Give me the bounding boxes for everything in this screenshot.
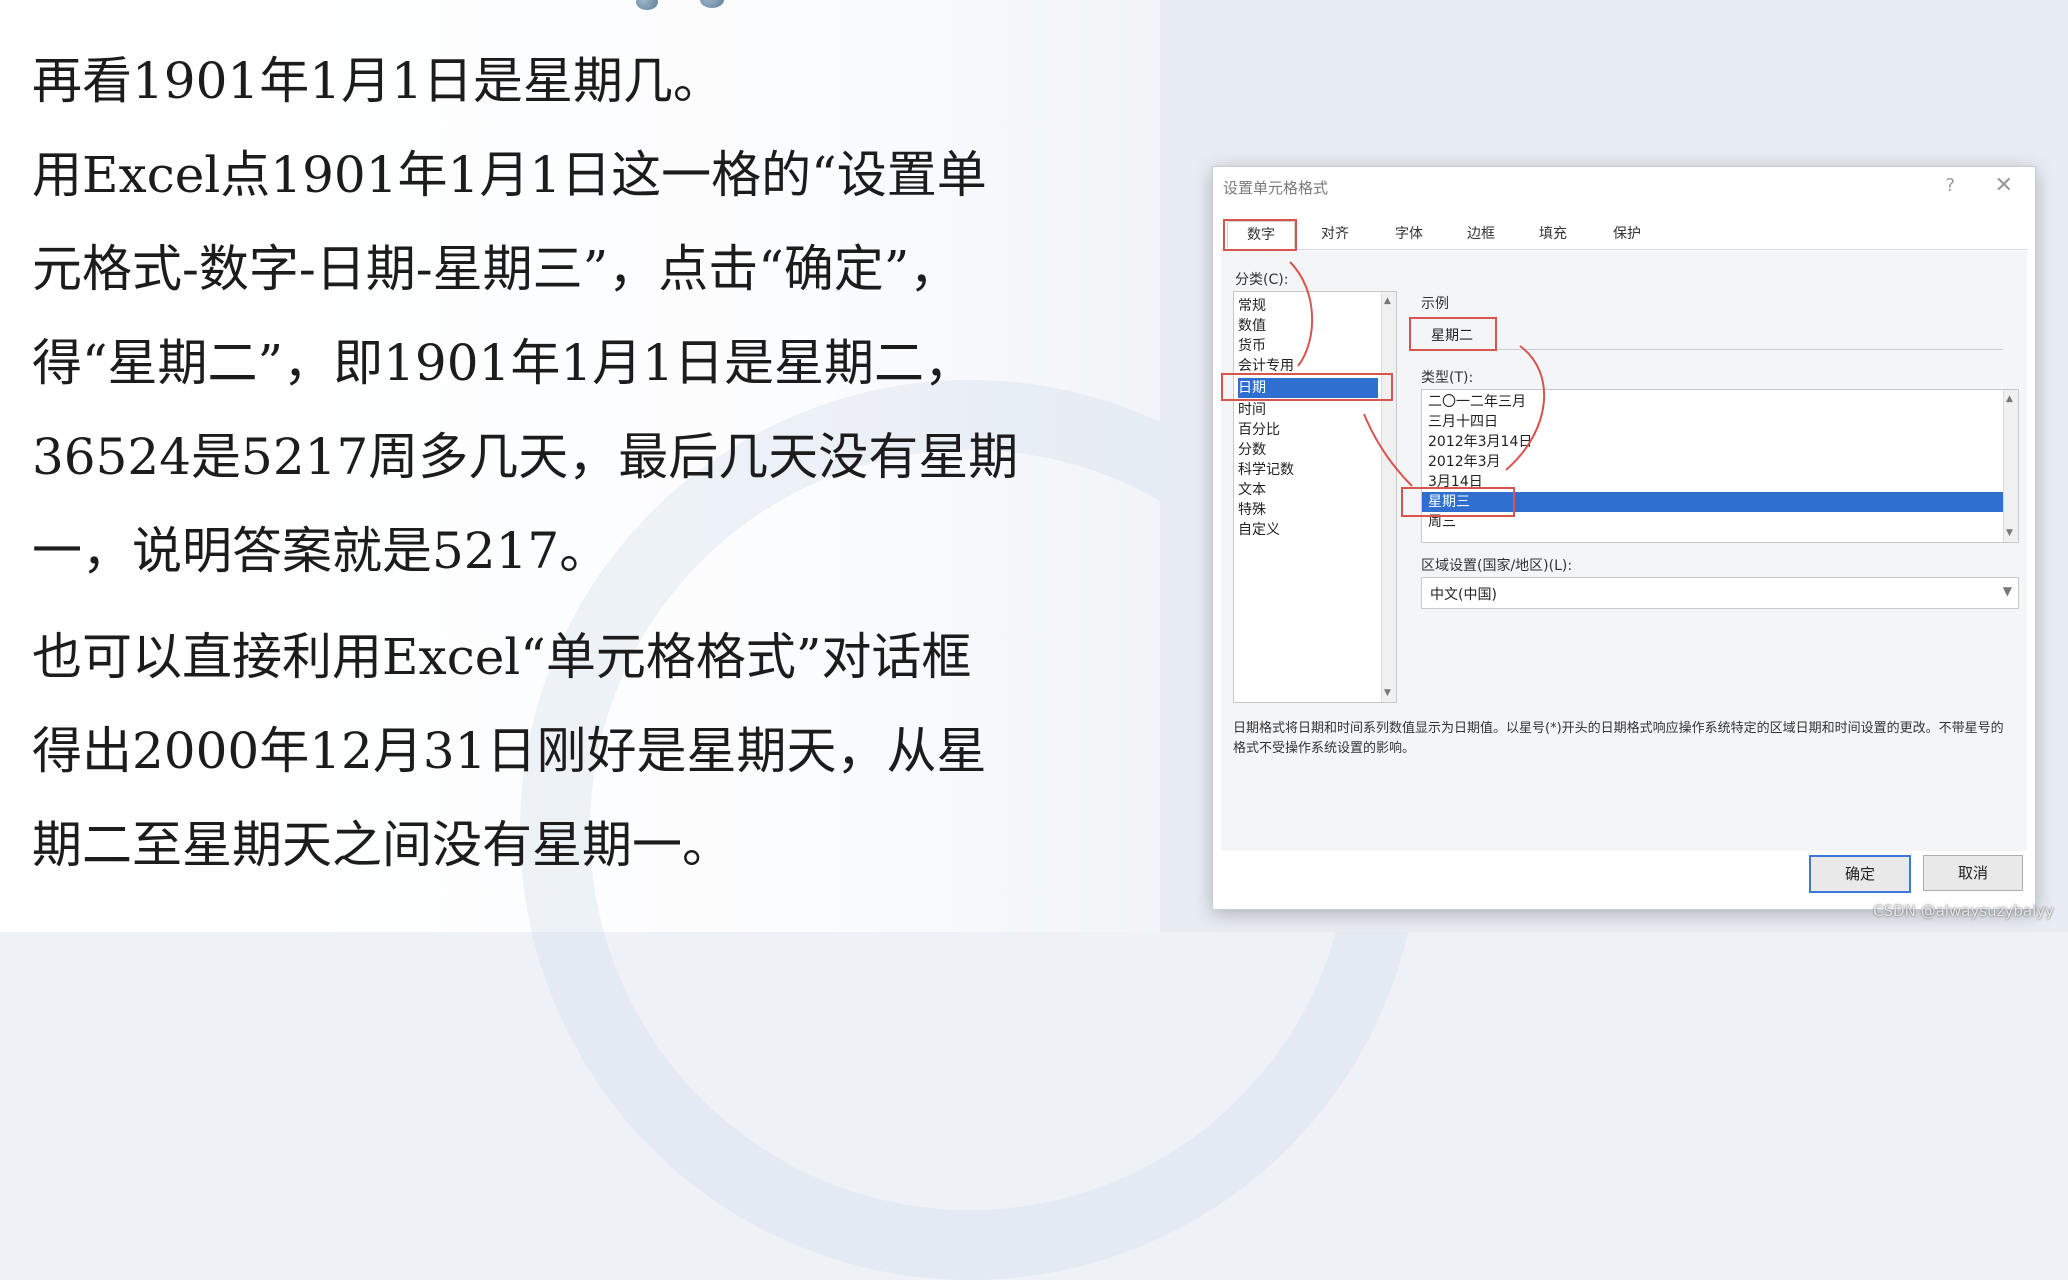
slide-line: 元格式-数字-日期-星期三”，点击“确定”，	[32, 240, 960, 298]
annotation-box-date-category	[1221, 373, 1393, 401]
scroll-up-icon[interactable]: ▲	[2006, 394, 2013, 404]
annotation-box-selected-type	[1401, 487, 1515, 517]
slide-line: 再看1901年1月1日是星期几。	[32, 52, 723, 110]
scroll-down-icon[interactable]: ▼	[1384, 688, 1391, 698]
locale-label: 区域设置(国家/地区)(L):	[1421, 558, 1573, 574]
decorative-dot	[636, 0, 658, 10]
watermark: CSDN @alwaysuzybaiyy	[1873, 902, 2054, 920]
decorative-dot	[700, 0, 724, 8]
type-item[interactable]: 2012年3月	[1428, 452, 1994, 472]
tab-alignment[interactable]: 对齐	[1305, 221, 1365, 247]
dialog-titlebar[interactable]: 设置单元格格式 ? ✕	[1213, 167, 2035, 209]
tab-border[interactable]: 边框	[1451, 221, 1511, 247]
category-item[interactable]: 科学记数	[1238, 460, 1378, 480]
dialog-title: 设置单元格格式	[1223, 179, 1329, 197]
ok-button[interactable]: 确定	[1809, 855, 1911, 893]
slide-line: 一，说明答案就是5217。	[32, 522, 610, 580]
close-button[interactable]: ✕	[1995, 173, 2013, 198]
scroll-up-icon[interactable]: ▲	[1384, 296, 1391, 306]
annotation-box-number-tab	[1223, 219, 1297, 251]
sample-label: 示例	[1421, 296, 1449, 312]
slide-line: 期二至星期天之间没有星期一。	[32, 816, 732, 874]
slide-line: 得“星期二”，即1901年1月1日是星期二，	[32, 334, 974, 392]
category-scrollbar[interactable]: ▲ ▼	[1381, 292, 1396, 702]
dialog-tabs: 数字 对齐 字体 边框 填充 保护	[1221, 221, 2027, 249]
slide-line: 用Excel点1901年1月1日这一格的“设置单	[32, 146, 987, 204]
tab-protection[interactable]: 保护	[1597, 221, 1657, 247]
type-label: 类型(T):	[1421, 370, 1474, 386]
slide-line: 得出2000年12月31日刚好是星期天，从星	[32, 722, 987, 780]
type-item[interactable]: 2012年3月14日	[1428, 432, 1994, 452]
scroll-down-icon[interactable]: ▼	[2006, 528, 2013, 538]
category-item[interactable]: 特殊	[1238, 500, 1378, 520]
slide-line: 也可以直接利用Excel“单元格格式”对话框	[32, 628, 972, 686]
category-item[interactable]: 时间	[1238, 400, 1378, 420]
category-item[interactable]: 分数	[1238, 440, 1378, 460]
locale-select[interactable]: 中文(中国) ▼	[1421, 577, 2019, 609]
tab-font[interactable]: 字体	[1379, 221, 1439, 247]
slide-line: 36524是5217周多几天，最后几天没有星期	[32, 428, 1019, 486]
category-item[interactable]: 自定义	[1238, 520, 1378, 540]
slide-text-area: 再看1901年1月1日是星期几。 用Excel点1901年1月1日这一格的“设置…	[0, 0, 1420, 1280]
type-scrollbar[interactable]: ▲ ▼	[2003, 390, 2018, 542]
type-list[interactable]: 二〇一二年三月 三月十四日 2012年3月14日 2012年3月 3月14日 星…	[1421, 389, 2019, 543]
chevron-down-icon[interactable]: ▼	[2003, 584, 2012, 598]
category-item[interactable]: 数值	[1238, 316, 1378, 336]
category-list[interactable]: 常规 数值 货币 会计专用 日期 时间 百分比 分数 科学记数 文本 特殊 自定…	[1233, 291, 1397, 703]
format-description: 日期格式将日期和时间系列数值显示为日期值。以星号(*)开头的日期格式响应操作系统…	[1233, 721, 2004, 756]
category-item[interactable]: 货币	[1238, 336, 1378, 356]
format-cells-dialog: 设置单元格格式 ? ✕ 数字 对齐 字体 边框 填充 保护 分类(C): 常规 …	[1212, 166, 2036, 910]
category-item[interactable]: 百分比	[1238, 420, 1378, 440]
type-item[interactable]: 二〇一二年三月	[1428, 392, 1994, 412]
locale-value: 中文(中国)	[1430, 587, 1497, 603]
category-item[interactable]: 常规	[1238, 296, 1378, 316]
sample-box: 星期二	[1421, 319, 2003, 350]
type-item[interactable]: 三月十四日	[1428, 412, 1994, 432]
cancel-button[interactable]: 取消	[1923, 855, 2023, 891]
tab-divider	[1221, 249, 2027, 250]
category-item[interactable]: 文本	[1238, 480, 1378, 500]
help-button[interactable]: ?	[1945, 175, 1955, 196]
category-label: 分类(C):	[1235, 272, 1289, 288]
annotation-box-sample	[1409, 317, 1497, 351]
tab-fill[interactable]: 填充	[1523, 221, 1583, 247]
